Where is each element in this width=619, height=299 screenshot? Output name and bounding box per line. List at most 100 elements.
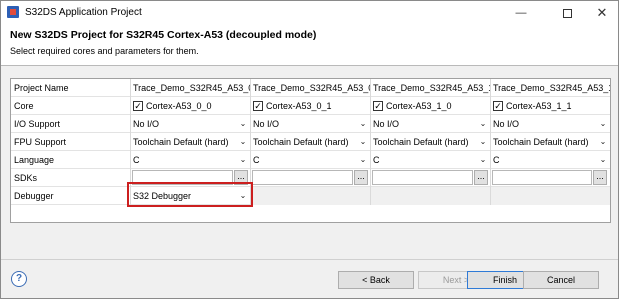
close-button[interactable]: ✕	[585, 3, 619, 23]
io-support-value: No I/O	[133, 119, 160, 129]
sdks-field[interactable]	[372, 170, 473, 185]
row-label: Language	[11, 151, 131, 169]
io-support-value: No I/O	[373, 119, 400, 129]
fpu-support-dropdown[interactable]: Toolchain Default (hard) ⌄	[251, 133, 371, 151]
chevron-down-icon[interactable]: ⌄	[358, 151, 368, 169]
row-language: Language C ⌄ C ⌄ C ⌄ C ⌄	[11, 151, 610, 169]
fpu-support-dropdown[interactable]: Toolchain Default (hard) ⌄	[491, 133, 610, 151]
page-title: New S32DS Project for S32R45 Cortex-A53 …	[10, 29, 317, 41]
sdks-field[interactable]	[252, 170, 353, 185]
row-fpu-support: FPU Support Toolchain Default (hard) ⌄ To…	[11, 133, 610, 151]
core-checkbox[interactable]: ✓	[373, 101, 383, 111]
sdks-cell: ...	[491, 169, 610, 187]
project-name-value: Trace_Demo_S32R45_A53_1_0	[373, 83, 491, 93]
project-name-value: Trace_Demo_S32R45_A53_0_1	[253, 83, 371, 93]
fpu-support-value: Toolchain Default (hard)	[253, 137, 349, 147]
help-icon[interactable]: ?	[11, 271, 27, 287]
fpu-support-value: Toolchain Default (hard)	[373, 137, 469, 147]
debugger-highlight-box	[127, 182, 253, 207]
language-value: C	[253, 155, 260, 165]
back-button[interactable]: < Back	[338, 271, 414, 289]
chevron-down-icon[interactable]: ⌄	[598, 115, 608, 133]
row-core: Core ✓ Cortex-A53_0_0 ✓ Cortex-A53_0_1 ✓…	[11, 97, 610, 115]
chevron-down-icon[interactable]: ⌄	[478, 133, 488, 151]
fpu-support-value: Toolchain Default (hard)	[133, 137, 229, 147]
wizard-header: New S32DS Project for S32R45 Cortex-A53 …	[1, 25, 618, 65]
window-title: S32DS Application Project	[25, 7, 142, 18]
row-label: Core	[11, 97, 131, 115]
language-dropdown[interactable]: C ⌄	[131, 151, 251, 169]
core-checkbox[interactable]: ✓	[253, 101, 263, 111]
sdks-field[interactable]	[492, 170, 592, 185]
core-checkbox[interactable]: ✓	[133, 101, 143, 111]
language-value: C	[133, 155, 140, 165]
language-dropdown[interactable]: C ⌄	[371, 151, 491, 169]
core-name: Cortex-A53_1_0	[386, 101, 452, 111]
maximize-button[interactable]	[550, 3, 584, 23]
core-cell: ✓ Cortex-A53_1_1	[491, 97, 610, 115]
minimize-button[interactable]: —	[504, 3, 538, 23]
sdks-browse-button[interactable]: ...	[474, 170, 488, 185]
chevron-down-icon[interactable]: ⌄	[478, 151, 488, 169]
project-name-cell[interactable]: Trace_Demo_S32R45_A53_0_1	[251, 79, 371, 97]
io-support-value: No I/O	[253, 119, 280, 129]
project-name-cell[interactable]: Trace_Demo_S32R45_A53_0_0	[131, 79, 251, 97]
fpu-support-dropdown[interactable]: Toolchain Default (hard) ⌄	[131, 133, 251, 151]
wizard-content: Project Name Trace_Demo_S32R45_A53_0_0 T…	[1, 66, 618, 259]
sdks-cell: ...	[251, 169, 371, 187]
core-checkbox[interactable]: ✓	[493, 101, 503, 111]
core-cell: ✓ Cortex-A53_0_1	[251, 97, 371, 115]
row-debugger: Debugger S32 Debugger ⌄	[11, 187, 610, 205]
io-support-value: No I/O	[493, 119, 520, 129]
chevron-down-icon[interactable]: ⌄	[358, 133, 368, 151]
cancel-button[interactable]: Cancel	[523, 271, 599, 289]
row-label: FPU Support	[11, 133, 131, 151]
io-support-dropdown[interactable]: No I/O ⌄	[491, 115, 610, 133]
language-value: C	[373, 155, 380, 165]
sdks-browse-button[interactable]: ...	[593, 170, 607, 185]
empty-cell	[491, 187, 610, 205]
wizard-footer: ? < Back Next > Finish Cancel	[1, 260, 618, 298]
chevron-down-icon[interactable]: ⌄	[478, 115, 488, 133]
empty-cell	[371, 187, 491, 205]
project-name-cell[interactable]: Trace_Demo_S32R45_A53_1_1	[491, 79, 610, 97]
chevron-down-icon[interactable]: ⌄	[238, 133, 248, 151]
io-support-dropdown[interactable]: No I/O ⌄	[251, 115, 371, 133]
core-cell: ✓ Cortex-A53_0_0	[131, 97, 251, 115]
io-support-dropdown[interactable]: No I/O ⌄	[371, 115, 491, 133]
row-sdks: SDKs ... ... ... ...	[11, 169, 610, 187]
fpu-support-value: Toolchain Default (hard)	[493, 137, 589, 147]
empty-cell	[251, 187, 371, 205]
row-label: Debugger	[11, 187, 131, 205]
chevron-down-icon[interactable]: ⌄	[238, 151, 248, 169]
io-support-dropdown[interactable]: No I/O ⌄	[131, 115, 251, 133]
core-cell: ✓ Cortex-A53_1_0	[371, 97, 491, 115]
project-name-value: Trace_Demo_S32R45_A53_1_1	[493, 83, 610, 93]
maximize-icon	[562, 8, 572, 18]
fpu-support-dropdown[interactable]: Toolchain Default (hard) ⌄	[371, 133, 491, 151]
project-name-value: Trace_Demo_S32R45_A53_0_0	[133, 83, 251, 93]
row-project-name: Project Name Trace_Demo_S32R45_A53_0_0 T…	[11, 79, 610, 97]
app-icon	[7, 6, 19, 18]
project-name-cell[interactable]: Trace_Demo_S32R45_A53_1_0	[371, 79, 491, 97]
core-name: Cortex-A53_1_1	[506, 101, 572, 111]
row-io-support: I/O Support No I/O ⌄ No I/O ⌄ No I/O ⌄ No I…	[11, 115, 610, 133]
row-label: SDKs	[11, 169, 131, 187]
sdks-cell: ...	[371, 169, 491, 187]
chevron-down-icon[interactable]: ⌄	[238, 115, 248, 133]
title-bar: S32DS Application Project — ✕	[1, 1, 618, 25]
page-description: Select required cores and parameters for…	[10, 46, 199, 56]
sdks-browse-button[interactable]: ...	[354, 170, 368, 185]
language-dropdown[interactable]: C ⌄	[491, 151, 610, 169]
row-label: I/O Support	[11, 115, 131, 133]
core-parameters-grid: Project Name Trace_Demo_S32R45_A53_0_0 T…	[10, 78, 611, 223]
core-name: Cortex-A53_0_1	[266, 101, 332, 111]
language-dropdown[interactable]: C ⌄	[251, 151, 371, 169]
row-label: Project Name	[11, 79, 131, 97]
chevron-down-icon[interactable]: ⌄	[358, 115, 368, 133]
dialog-window: S32DS Application Project — ✕ New S32DS …	[0, 0, 619, 299]
chevron-down-icon[interactable]: ⌄	[598, 151, 608, 169]
core-name: Cortex-A53_0_0	[146, 101, 212, 111]
language-value: C	[493, 155, 500, 165]
chevron-down-icon[interactable]: ⌄	[598, 133, 608, 151]
